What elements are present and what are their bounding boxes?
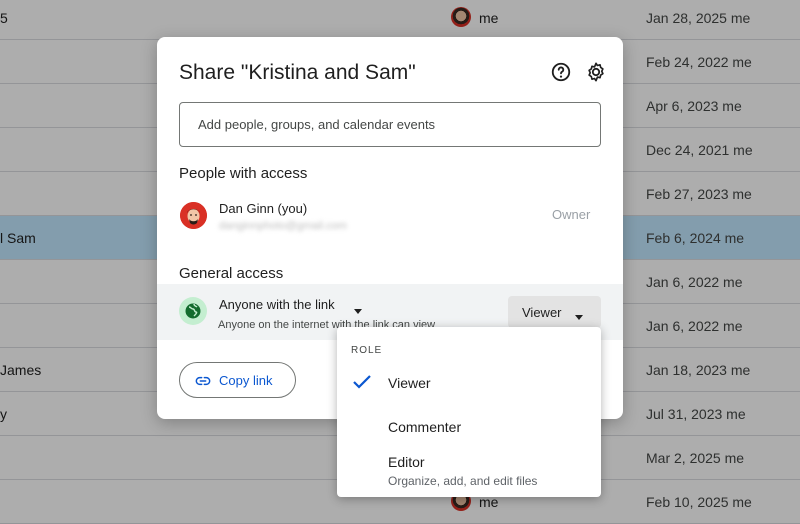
role-dropdown-button[interactable]: Viewer xyxy=(508,296,601,328)
menu-item-label: Commenter xyxy=(388,419,462,435)
menu-item-commenter[interactable]: Commenter xyxy=(337,403,601,443)
user-email: danginnphoto@gmail.com xyxy=(219,220,347,232)
dialog-title: Share "Kristina and Sam" xyxy=(179,61,416,84)
avatar xyxy=(180,202,207,229)
menu-item-editor[interactable]: Editor Organize, add, and edit files xyxy=(337,443,601,497)
user-name: Dan Ginn (you) xyxy=(219,201,308,216)
copy-link-button[interactable]: Copy link xyxy=(179,362,296,398)
user-role: Owner xyxy=(552,207,591,222)
menu-item-viewer[interactable]: Viewer xyxy=(337,359,601,403)
link-icon xyxy=(195,373,211,394)
menu-item-label: Editor xyxy=(388,454,425,470)
help-circle-icon[interactable] xyxy=(550,61,572,83)
role-menu-heading: ROLE xyxy=(351,345,383,356)
role-menu: ROLE Viewer Commenter Editor Organize, a… xyxy=(337,327,601,497)
menu-item-label: Viewer xyxy=(388,375,431,391)
add-people-input[interactable]: Add people, groups, and calendar events xyxy=(179,102,601,147)
globe-icon xyxy=(179,297,207,325)
people-with-access-heading: People with access xyxy=(179,165,308,182)
menu-item-description: Organize, add, and edit files xyxy=(388,474,538,488)
gear-icon[interactable] xyxy=(585,61,607,83)
caret-down-icon[interactable] xyxy=(353,302,363,320)
general-access-heading: General access xyxy=(179,265,284,282)
copy-link-label: Copy link xyxy=(219,373,273,388)
access-scope-label[interactable]: Anyone with the link xyxy=(219,297,335,312)
caret-down-icon xyxy=(574,309,584,324)
role-dropdown-label: Viewer xyxy=(522,305,562,320)
